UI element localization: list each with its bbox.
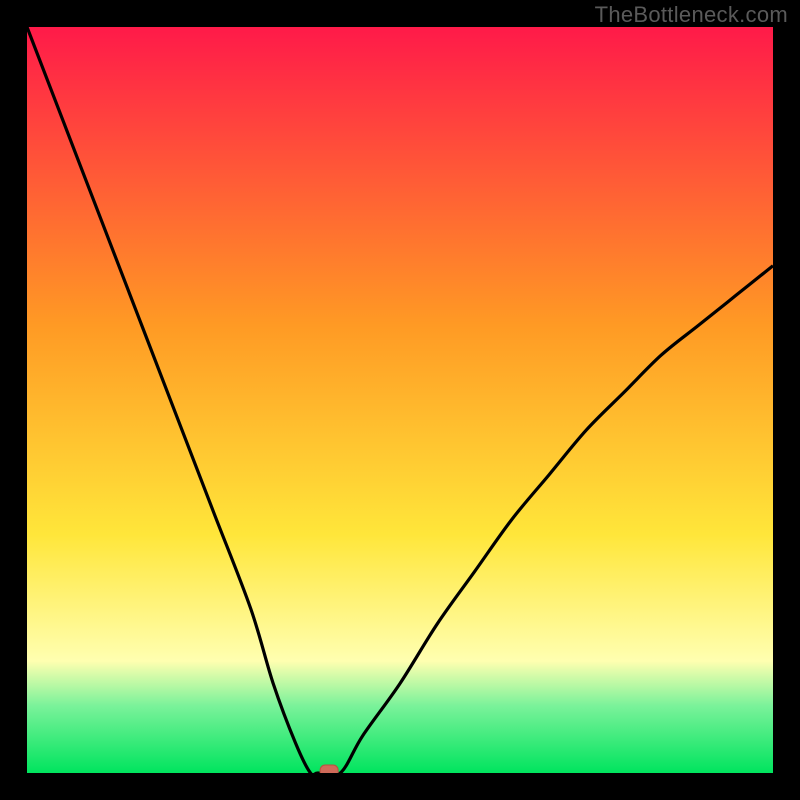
- bottleneck-chart: [27, 27, 773, 773]
- chart-frame: TheBottleneck.com: [0, 0, 800, 800]
- watermark-text: TheBottleneck.com: [595, 2, 788, 28]
- gradient-background: [27, 27, 773, 773]
- optimum-marker: [320, 765, 338, 773]
